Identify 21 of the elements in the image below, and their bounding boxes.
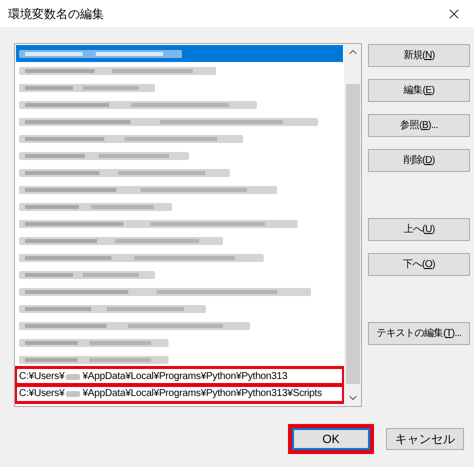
side-button[interactable]: 参照(B)... bbox=[368, 114, 470, 137]
list-row[interactable] bbox=[16, 45, 343, 62]
window-title: 環境変数名の編集 bbox=[8, 6, 104, 22]
list-row[interactable]: C:¥Users¥ ¥AppData¥Local¥Programs¥Python¥Python313 bbox=[16, 368, 343, 385]
side-button[interactable]: テキストの編集(T)... bbox=[368, 322, 470, 345]
dialog-button[interactable]: キャンセル bbox=[386, 428, 464, 450]
scroll-thumb[interactable] bbox=[346, 84, 360, 384]
path-suffix: ¥AppData¥Local¥Programs¥Python¥Python313¥Scripts bbox=[82, 387, 322, 401]
side-button[interactable]: 編集(E) bbox=[368, 79, 470, 102]
blurred-username-drawing bbox=[66, 390, 80, 396]
list-row[interactable]: C:¥Users¥ ¥AppData¥Local¥Programs¥Python¥Python313¥Scripts bbox=[16, 385, 343, 402]
path-prefix: C:¥Users¥ bbox=[19, 370, 64, 384]
side-button[interactable]: 上へ(U) bbox=[368, 218, 470, 241]
side-button[interactable]: 下へ(O) bbox=[368, 253, 470, 276]
path-prefix: C:¥Users¥ bbox=[19, 387, 64, 401]
dialog-button[interactable]: OK bbox=[292, 428, 370, 450]
side-button[interactable]: 削除(D) bbox=[368, 149, 470, 172]
side-button[interactable]: 新規(N) bbox=[368, 44, 470, 67]
scrollbar[interactable] bbox=[344, 44, 361, 406]
path-suffix: ¥AppData¥Local¥Programs¥Python¥Python313 bbox=[82, 370, 288, 384]
blurred-username-drawing bbox=[66, 374, 80, 380]
